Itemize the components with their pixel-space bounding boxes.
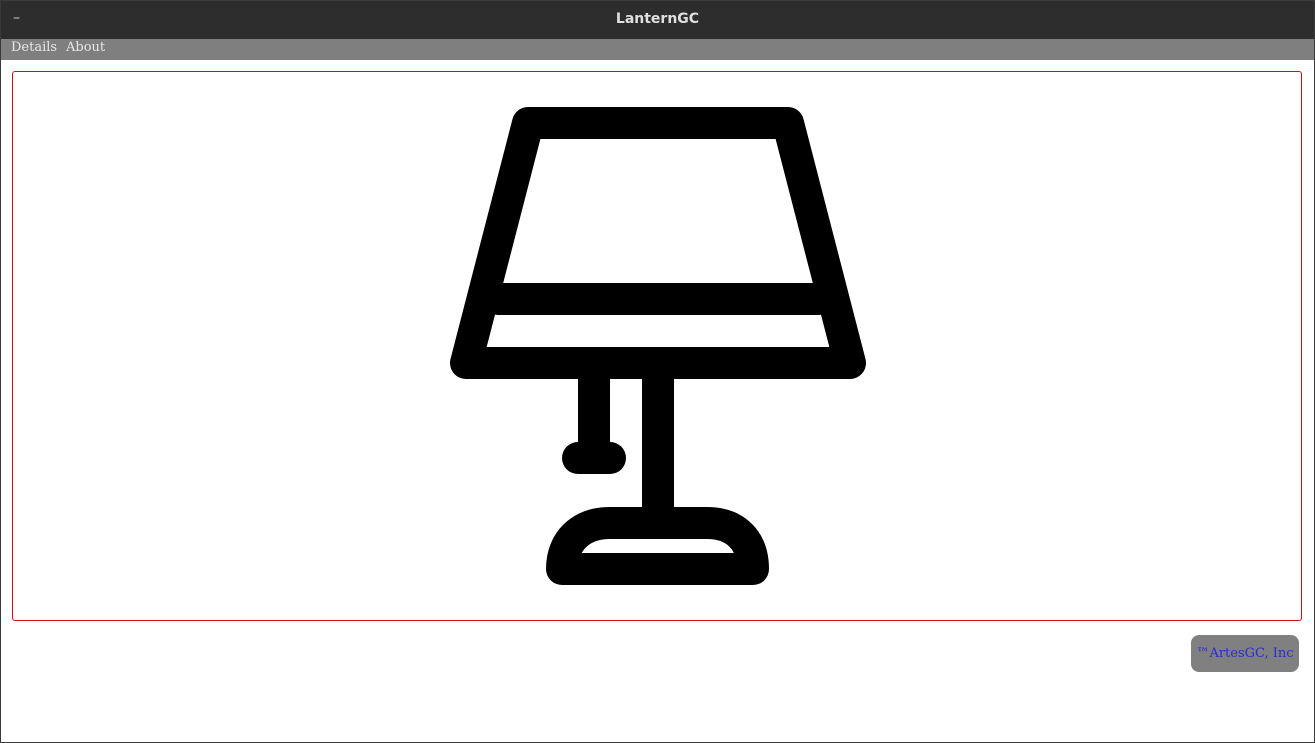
pull-cord-knob xyxy=(562,442,626,474)
brand-button[interactable]: ™ArtesGC, Inc xyxy=(1191,635,1299,672)
table-lamp-icon xyxy=(450,107,866,585)
window-title: LanternGC xyxy=(615,11,700,27)
image-canvas xyxy=(12,71,1302,621)
menu-item-about[interactable]: About xyxy=(66,40,105,55)
title-bar: – LanternGC xyxy=(1,1,1314,39)
lamp-base xyxy=(546,507,769,585)
menu-item-details[interactable]: Details xyxy=(11,40,57,55)
menu-bar: Details About xyxy=(1,39,1314,60)
lamp-shade xyxy=(450,107,866,379)
app-window: – LanternGC Details About ™ArtesGC, Inc xyxy=(0,0,1315,743)
brand-label: ™ArtesGC, Inc xyxy=(1196,646,1294,661)
